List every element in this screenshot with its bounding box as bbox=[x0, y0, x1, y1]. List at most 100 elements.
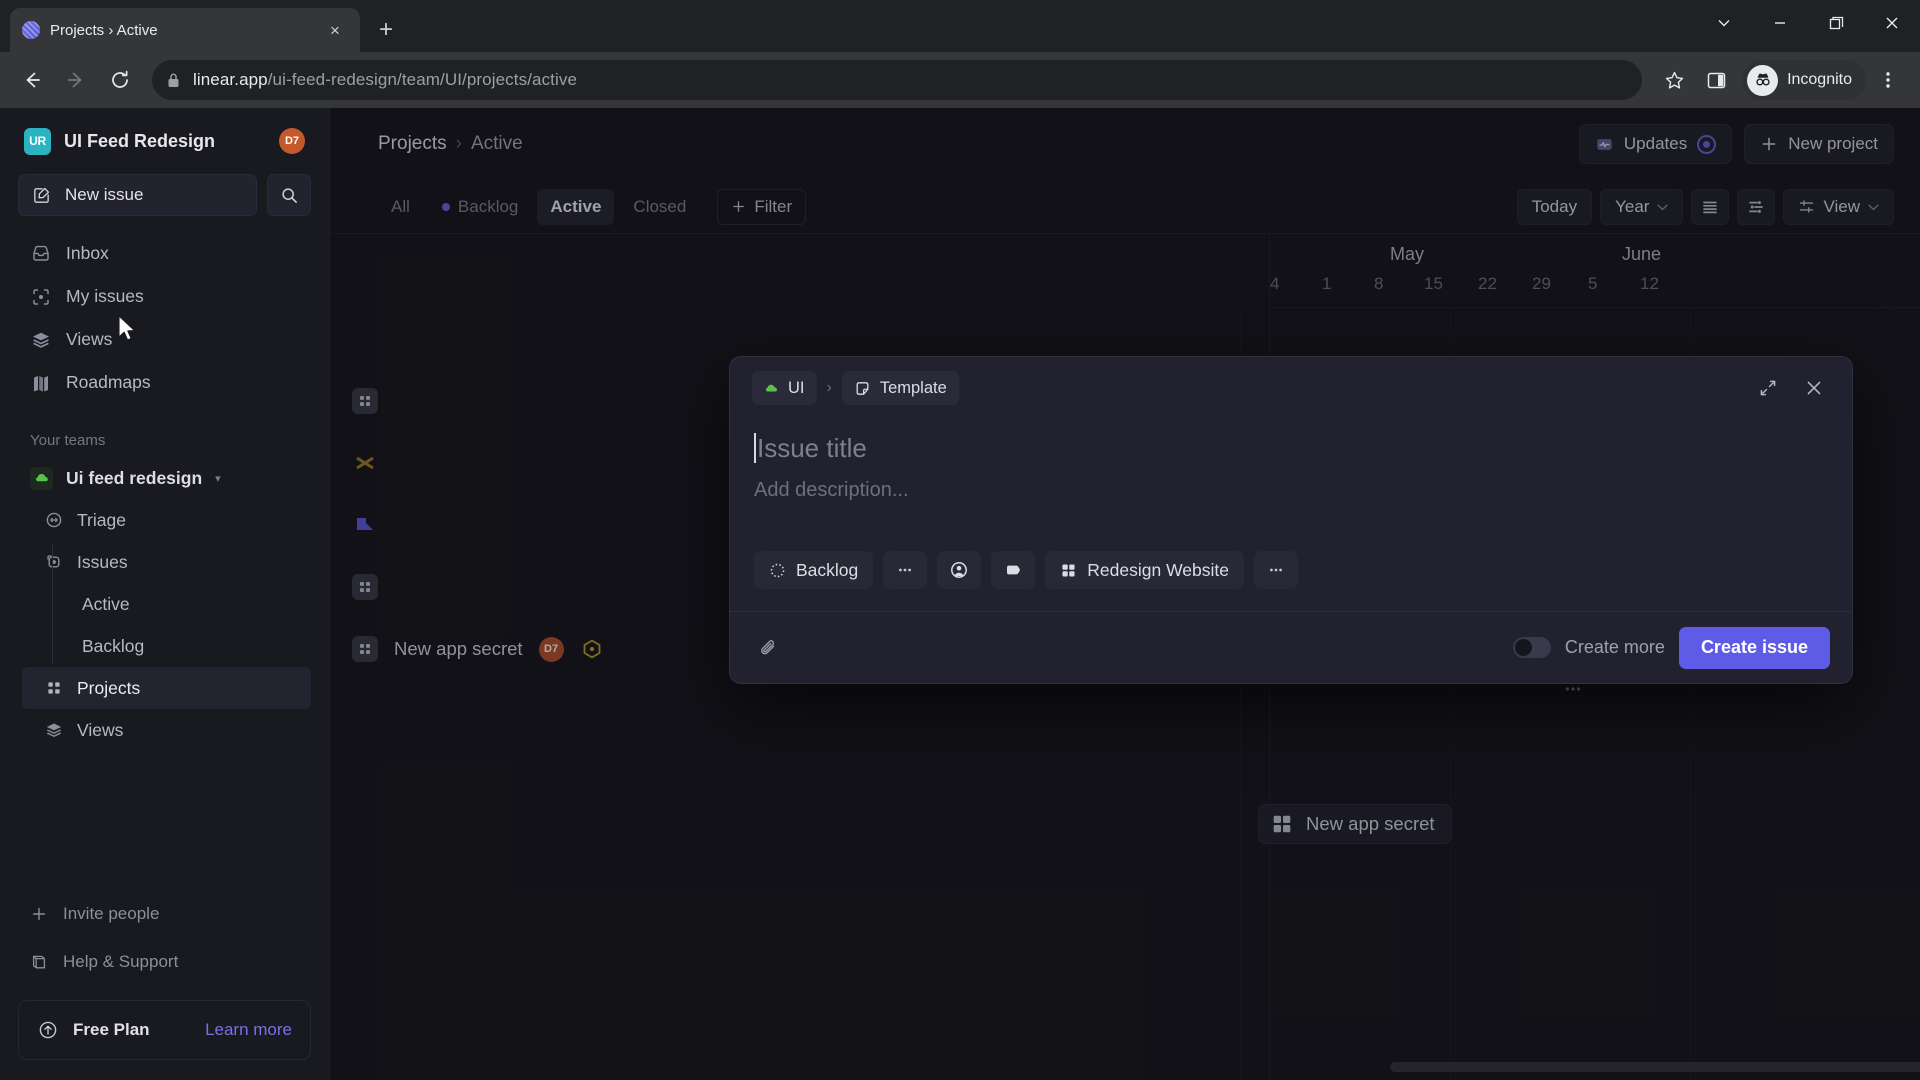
reload-button[interactable] bbox=[100, 60, 140, 100]
paperclip-icon[interactable] bbox=[752, 631, 786, 665]
back-button[interactable] bbox=[12, 60, 52, 100]
sidebar-item-label: Issues bbox=[77, 551, 128, 572]
modal-header: UI › Template bbox=[730, 357, 1852, 419]
sidebar-item-label: Active bbox=[82, 593, 130, 614]
new-issue-button[interactable]: New issue bbox=[18, 174, 257, 216]
sidebar-item-triage[interactable]: Triage bbox=[22, 499, 311, 541]
close-window-icon[interactable] bbox=[1864, 0, 1920, 46]
create-issue-label: Create issue bbox=[1700, 637, 1808, 657]
bookmark-star-icon[interactable] bbox=[1654, 60, 1694, 100]
mouse-cursor bbox=[117, 315, 139, 345]
plan-banner[interactable]: Free Plan Learn more bbox=[18, 1000, 311, 1060]
profile-label: Incognito bbox=[1787, 71, 1852, 88]
tree-line bbox=[52, 545, 53, 663]
sidebar-item-my-issues[interactable]: My issues bbox=[18, 275, 311, 318]
minimize-icon[interactable] bbox=[1752, 0, 1808, 46]
team-cloud-icon bbox=[764, 381, 779, 396]
priority-dots-icon bbox=[896, 561, 914, 579]
issue-description-placeholder: Add description... bbox=[754, 479, 909, 501]
issue-description-input[interactable]: Add description... bbox=[730, 471, 1852, 535]
project-label: Redesign Website bbox=[1087, 559, 1229, 580]
team-cloud-icon bbox=[30, 466, 53, 490]
profile-incognito-button[interactable]: Incognito bbox=[1742, 60, 1866, 100]
browser-tab[interactable]: Projects › Active × bbox=[10, 8, 360, 52]
team-chip[interactable]: UI bbox=[752, 371, 817, 405]
book-icon bbox=[30, 953, 48, 971]
create-more-toggle[interactable] bbox=[1512, 637, 1551, 658]
modal-header-actions bbox=[1752, 372, 1830, 404]
new-issue-modal: UI › Template Issue title Add descriptio… bbox=[729, 356, 1853, 684]
help-support-button[interactable]: Help & Support bbox=[18, 938, 311, 986]
roadmap-icon bbox=[30, 372, 51, 393]
sidebar-item-backlog[interactable]: Backlog bbox=[22, 625, 311, 667]
team-chip-label: UI bbox=[788, 378, 805, 397]
chevron-down-icon[interactable]: ▾ bbox=[215, 472, 221, 485]
browser-chrome: Projects › Active × + linear.app/ui-feed… bbox=[0, 0, 1920, 108]
window-controls bbox=[1696, 0, 1920, 46]
toolbar-actions: Incognito bbox=[1654, 60, 1908, 100]
tab-strip: Projects › Active × + bbox=[0, 0, 1920, 52]
text-caret bbox=[754, 433, 756, 463]
projects-icon bbox=[44, 679, 63, 698]
sidebar-footer: Invite people Help & Support Free Plan L… bbox=[18, 890, 311, 1080]
layers-icon bbox=[44, 721, 63, 740]
issue-properties: Backlog Redesign Website bbox=[730, 535, 1852, 611]
sidebar-item-projects[interactable]: Projects bbox=[22, 667, 311, 709]
browser-menu-icon[interactable] bbox=[1868, 60, 1908, 100]
sidebar-item-team-views[interactable]: Views bbox=[22, 709, 311, 751]
sidebar-item-issues[interactable]: Issues bbox=[22, 541, 311, 583]
sidebar-item-label: Views bbox=[77, 719, 124, 740]
triage-icon bbox=[44, 511, 63, 530]
team-switcher[interactable]: Ui feed redesign ▾ bbox=[18, 457, 311, 499]
template-icon bbox=[854, 380, 871, 397]
side-panel-icon[interactable] bbox=[1696, 60, 1736, 100]
label-tag-icon bbox=[1003, 560, 1023, 580]
lock-icon bbox=[166, 72, 181, 89]
url-text: linear.app/ui-feed-redesign/team/UI/proj… bbox=[193, 70, 577, 90]
more-properties-button[interactable] bbox=[1253, 551, 1298, 589]
issue-title-input[interactable]: Issue title bbox=[730, 419, 1852, 471]
sidebar-item-label: Inbox bbox=[66, 243, 109, 263]
forward-button[interactable] bbox=[56, 60, 96, 100]
url-domain: linear.app bbox=[193, 70, 268, 89]
projects-icon bbox=[1060, 562, 1077, 579]
avatar: D7 bbox=[279, 128, 305, 154]
chevron-down-icon[interactable] bbox=[1696, 0, 1752, 46]
maximize-icon[interactable] bbox=[1808, 0, 1864, 46]
close-icon[interactable] bbox=[1798, 372, 1830, 404]
address-bar[interactable]: linear.app/ui-feed-redesign/team/UI/proj… bbox=[152, 60, 1643, 100]
search-button[interactable] bbox=[267, 174, 311, 216]
assignee-button[interactable] bbox=[937, 551, 982, 589]
target-icon bbox=[30, 286, 51, 307]
invite-people-label: Invite people bbox=[63, 904, 160, 923]
primary-nav: Inbox My issues Views Roadmaps bbox=[18, 232, 311, 404]
help-support-label: Help & Support bbox=[63, 952, 179, 971]
tab-title: Projects › Active bbox=[50, 21, 158, 39]
sidebar-item-active[interactable]: Active bbox=[22, 583, 311, 625]
issues-icon bbox=[44, 553, 63, 572]
project-button[interactable]: Redesign Website bbox=[1045, 551, 1244, 589]
invite-people-button[interactable]: Invite people bbox=[18, 890, 311, 938]
sidebar-item-label: Projects bbox=[77, 677, 141, 698]
team-name: Ui feed redesign bbox=[66, 467, 203, 488]
expand-icon[interactable] bbox=[1752, 372, 1784, 404]
sidebar-item-views[interactable]: Views bbox=[18, 318, 311, 361]
learn-more-link[interactable]: Learn more bbox=[205, 1020, 292, 1040]
workspace-switcher[interactable]: UR UI Feed Redesign D7 bbox=[18, 118, 311, 164]
sidebar-item-inbox[interactable]: Inbox bbox=[18, 232, 311, 275]
url-path: /ui-feed-redesign/team/UI/projects/activ… bbox=[267, 70, 578, 89]
label-button[interactable] bbox=[991, 551, 1036, 589]
issue-title-placeholder: Issue title bbox=[757, 432, 867, 463]
sidebar-item-label: Triage bbox=[77, 509, 126, 530]
new-tab-button[interactable]: + bbox=[366, 10, 406, 50]
close-icon[interactable]: × bbox=[322, 17, 348, 43]
incognito-icon bbox=[1747, 64, 1779, 96]
priority-button[interactable] bbox=[883, 551, 928, 589]
sidebar-item-label: Backlog bbox=[82, 635, 145, 656]
workspace-name: UI Feed Redesign bbox=[64, 130, 216, 151]
create-more-label: Create more bbox=[1564, 637, 1665, 657]
template-chip[interactable]: Template bbox=[841, 371, 959, 405]
create-issue-button[interactable]: Create issue bbox=[1678, 626, 1830, 669]
status-button[interactable]: Backlog bbox=[754, 551, 874, 589]
sidebar-item-roadmaps[interactable]: Roadmaps bbox=[18, 361, 311, 404]
